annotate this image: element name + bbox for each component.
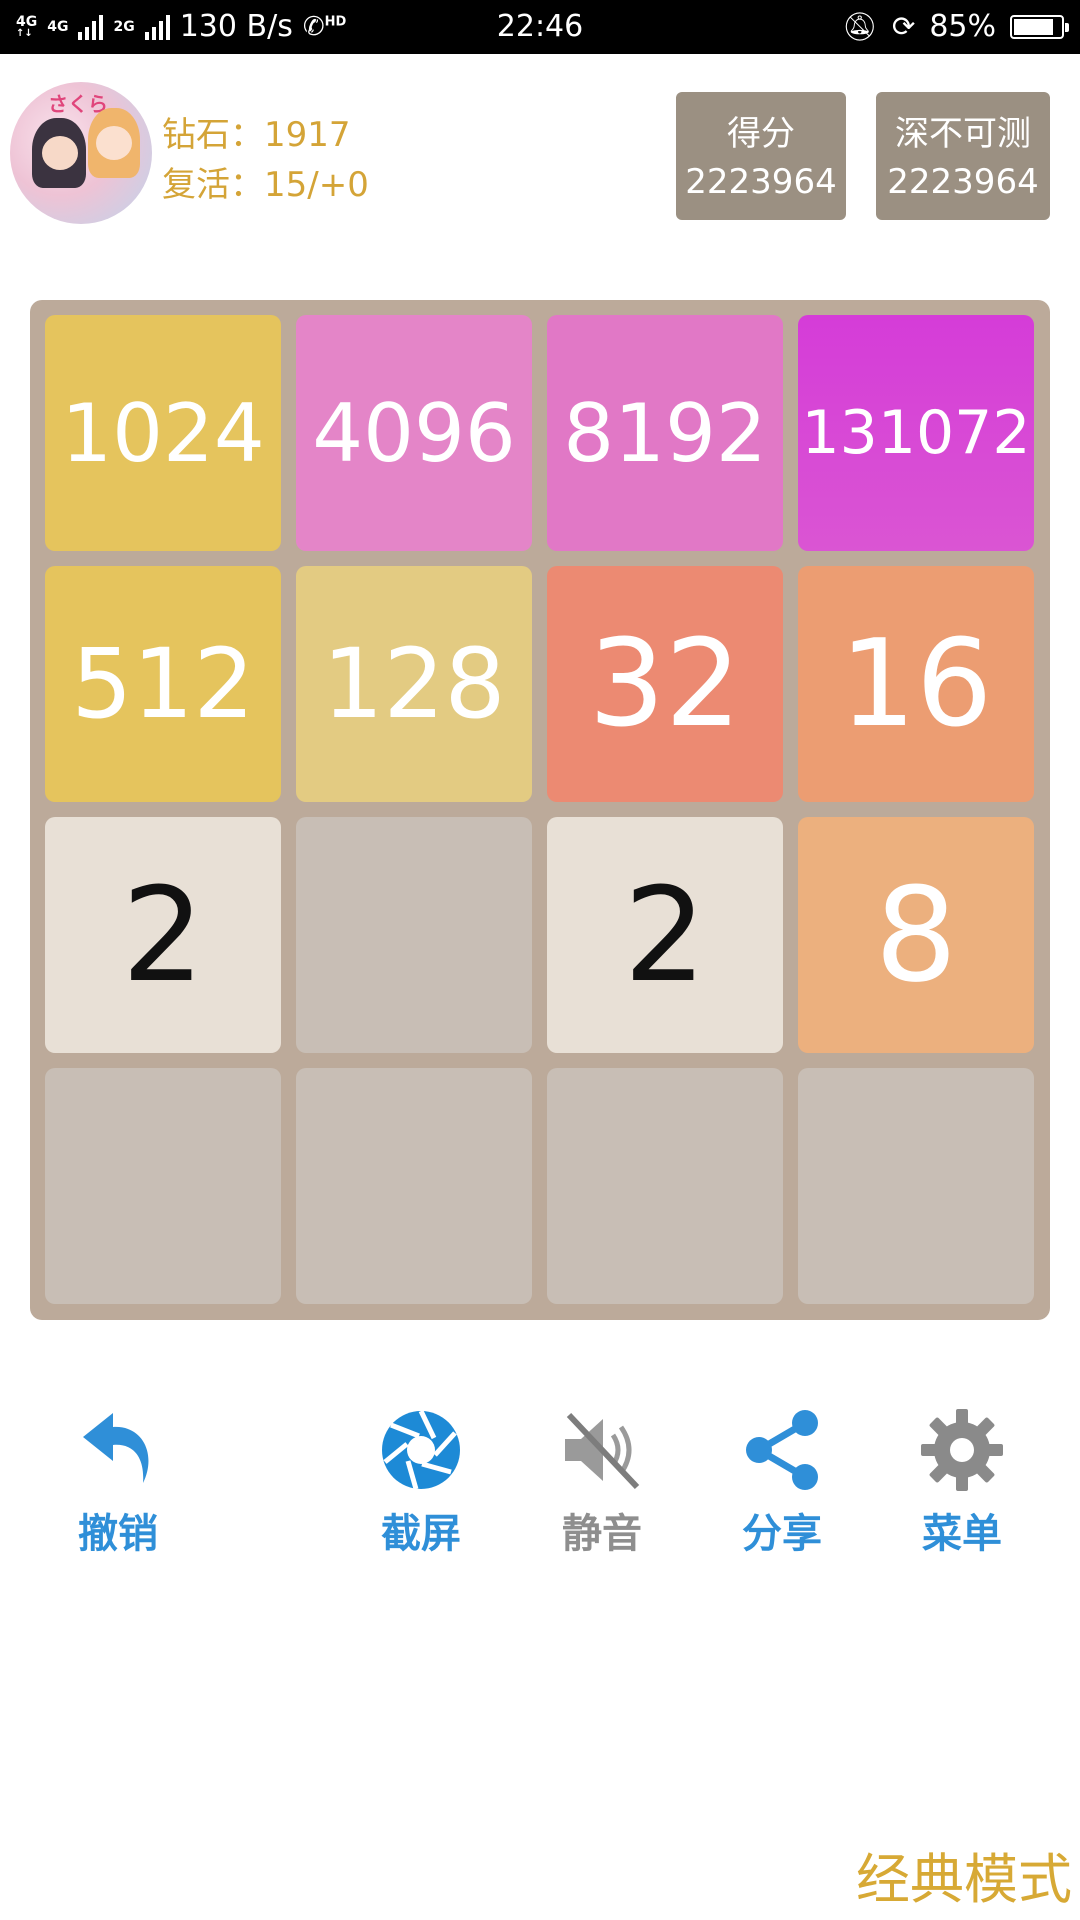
undo-icon — [73, 1405, 163, 1495]
status-bar: 4G ↑↓ 4G 2G 130 B/s ✆HD 22:46 🔕︎ ⟳ 85% — [0, 0, 1080, 54]
game-mode-label: 经典模式 — [856, 1848, 1072, 1911]
menu-button[interactable]: 菜单 — [897, 1405, 1027, 1559]
tile: 131072 — [798, 315, 1034, 551]
tile: 4096 — [296, 315, 532, 551]
battery-percent: 85% — [929, 9, 996, 44]
screenshot-button[interactable]: 截屏 — [356, 1405, 486, 1559]
rotation-lock-icon: ⟳ — [891, 10, 916, 43]
revive-count: 复活：15/+0 — [162, 165, 369, 205]
empty-cell — [798, 1068, 1034, 1304]
undo-label: 撤销 — [78, 1511, 158, 1557]
avatar[interactable]: さくら — [10, 82, 152, 224]
share-label: 分享 — [742, 1511, 822, 1557]
empty-cell — [296, 817, 532, 1053]
tile: 2 — [547, 817, 783, 1053]
screenshot-label: 截屏 — [381, 1511, 461, 1557]
status-right: 🔕︎ ⟳ 85% — [842, 9, 1069, 44]
mute-button[interactable]: 静音 — [537, 1405, 667, 1559]
tile: 512 — [45, 566, 281, 802]
camera-aperture-icon — [376, 1405, 466, 1495]
tile: 32 — [547, 566, 783, 802]
battery-fill — [1014, 18, 1053, 35]
tile: 8192 — [547, 315, 783, 551]
share-icon — [737, 1405, 827, 1495]
best-score-value: 2223964 — [887, 162, 1039, 202]
tile: 128 — [296, 566, 532, 802]
gear-icon — [917, 1405, 1007, 1495]
empty-cell — [296, 1068, 532, 1304]
tile: 8 — [798, 817, 1034, 1053]
menu-label: 菜单 — [922, 1511, 1002, 1557]
diamond-count: 钻石：1917 — [162, 115, 351, 155]
player-stats: 钻石：1917 复活：15/+0 — [162, 110, 369, 210]
best-score-box: 深不可测 2223964 — [876, 92, 1050, 220]
tile: 2 — [45, 817, 281, 1053]
share-button[interactable]: 分享 — [717, 1405, 847, 1559]
score-label: 得分 — [727, 114, 795, 154]
empty-cell — [45, 1068, 281, 1304]
game-board[interactable]: 1024 4096 8192 131072 512 128 32 16 2 2 8 — [30, 300, 1050, 1320]
undo-button[interactable]: 撤销 — [53, 1405, 183, 1559]
silent-bell-icon: 🔕︎ — [842, 10, 878, 43]
empty-cell — [547, 1068, 783, 1304]
tile: 1024 — [45, 315, 281, 551]
best-score-label: 深不可测 — [895, 114, 1031, 154]
battery-icon — [1010, 14, 1069, 39]
mute-label: 静音 — [562, 1511, 642, 1557]
tile: 16 — [798, 566, 1034, 802]
mute-speaker-icon — [557, 1405, 647, 1495]
score-box: 得分 2223964 — [676, 92, 846, 220]
score-value: 2223964 — [685, 162, 837, 202]
